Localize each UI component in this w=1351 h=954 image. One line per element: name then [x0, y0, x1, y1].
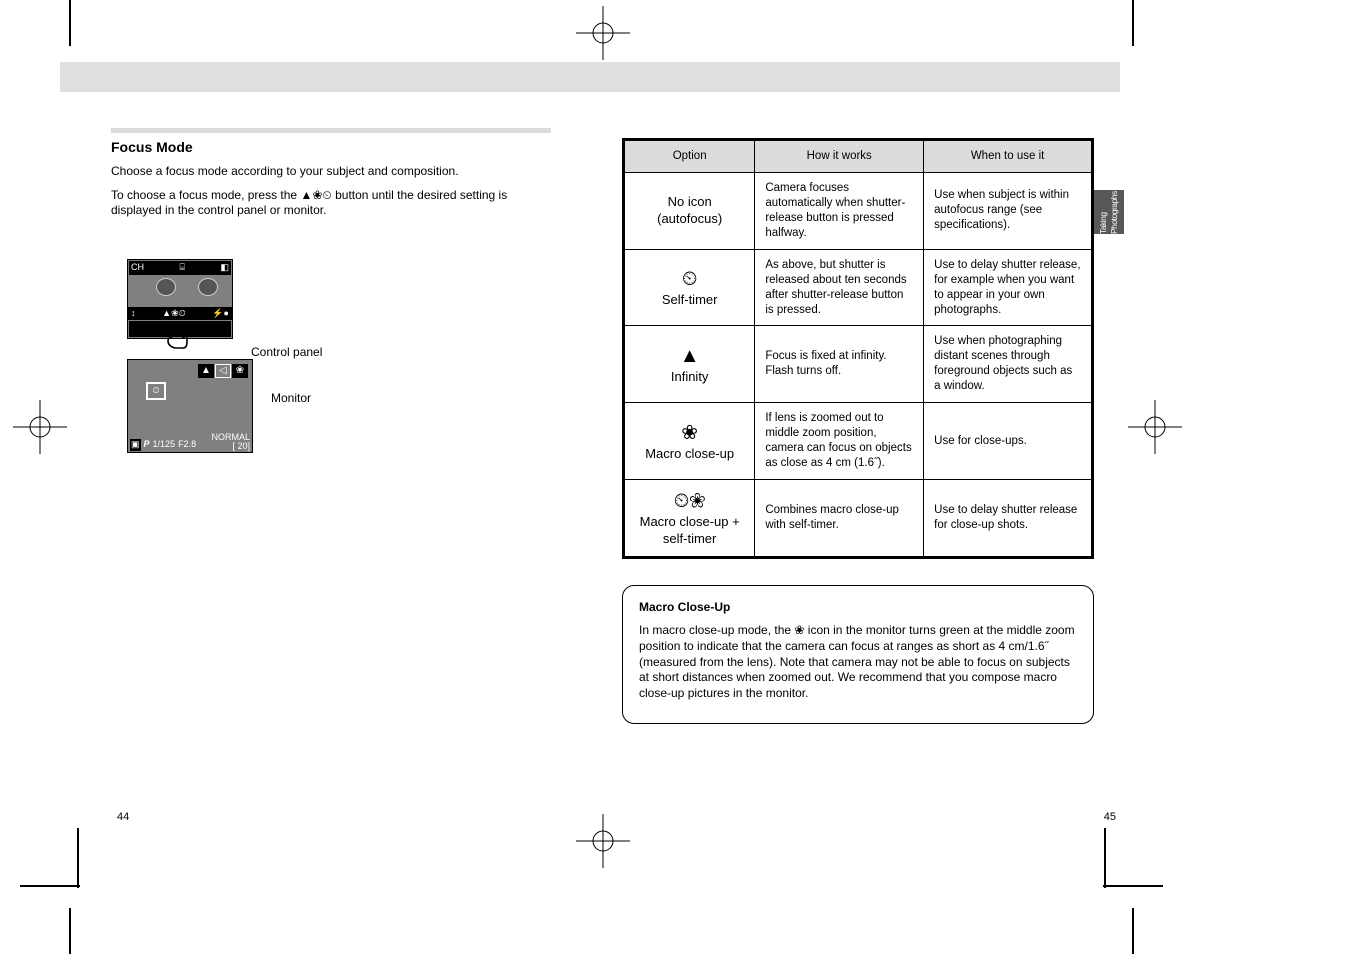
registration-mark-icon [576, 6, 630, 60]
table-header-how: How it works [755, 140, 924, 173]
registration-mark-icon [1128, 400, 1182, 454]
right-column: Option How it works When to use it No ic… [622, 138, 1094, 724]
press-hand-icon [164, 322, 194, 354]
cell-how: Focus is fixed at infinity. Flash turns … [755, 326, 924, 403]
control-panel-mid-row: ↕ ▲❀⏲ ⚡● [128, 307, 232, 320]
macro-note-box: Macro Close-Up In macro close-up mode, t… [622, 585, 1094, 725]
focus-mode-table: Option How it works When to use it No ic… [622, 138, 1094, 559]
cell-use: Use when photographing distant scenes th… [924, 326, 1093, 403]
focus-mode-icons: ▲❀⏲ [139, 308, 210, 320]
section-title: Focus Mode [111, 138, 561, 156]
note-title: Macro Close-Up [639, 600, 1077, 616]
cell-use: Use to delay shutter release for close-u… [924, 479, 1093, 557]
crop-mark [69, 908, 71, 954]
tile-infinity-icon: ▲ [198, 364, 214, 378]
title-underline [111, 128, 551, 133]
tile-arrow-icon: ◁ [215, 364, 231, 378]
aperture-priority-badge: ▣ [130, 439, 141, 451]
section-thumb-tab: Taking Photographs [1094, 190, 1124, 234]
dial-icon [198, 278, 218, 296]
monitor-bottom-row: ▣ P 1/125 F2.8 NORMAL [ 20] [130, 433, 250, 451]
cell-how: Combines macro close-up with self-timer. [755, 479, 924, 557]
control-panel-figure: CH ⌸ ◧ ↕ ▲❀⏲ ⚡● [127, 259, 233, 339]
af-area-icon: ◧ [220, 262, 229, 274]
monitor-caption: Monitor [271, 391, 311, 407]
option-autofocus: No icon (autofocus) [624, 172, 755, 249]
table-header-option: Option [624, 140, 755, 173]
crop-mark [1132, 908, 1134, 954]
table-header-use: When to use it [924, 140, 1093, 173]
ev-icon: ↕ [128, 308, 139, 320]
cell-how: If lens is zoomed out to middle zoom pos… [755, 403, 924, 480]
page-number-right: 45 [1104, 810, 1116, 824]
intro-paragraph: Choose a focus mode according to your su… [111, 164, 561, 180]
shutter-speed-label: 1/125 [153, 439, 176, 451]
cell-how: Camera focuses automatically when shutte… [755, 172, 924, 249]
timer-icon: ⏲ [682, 268, 698, 290]
monitor-tiles: ▲ ◁ ❀ [198, 364, 248, 378]
table-row: ⏲ Self-timer As above, but shutter is re… [624, 249, 1093, 326]
mode-button-glyphs-icon: ▲❀⏲ [300, 188, 331, 202]
page-number-left: 44 [117, 810, 129, 824]
cell-use: Use for close-ups. [924, 403, 1093, 480]
corner-mark [1103, 828, 1163, 888]
tile-macro-icon: ❀ [232, 364, 248, 378]
control-panel-caption: Control panel [251, 345, 341, 361]
flower-icon: ❀ [681, 422, 698, 444]
timer-flower-icon: ⏲❀ [674, 490, 706, 512]
section-thumb-label: Taking Photographs [1098, 190, 1120, 234]
dial-icon [156, 278, 176, 296]
table-row: ❀ Macro close-up If lens is zoomed out t… [624, 403, 1093, 480]
mountain-icon: ▲ [680, 345, 700, 367]
registration-mark-icon [13, 400, 67, 454]
cell-use: Use to delay shutter release, for exampl… [924, 249, 1093, 326]
option-infinity: ▲ Infinity [624, 326, 755, 403]
table-row: No icon (autofocus) Camera focuses autom… [624, 172, 1093, 249]
cell-how: As above, but shutter is released about … [755, 249, 924, 326]
aperture-label: F2.8 [178, 439, 196, 451]
crop-mark [1132, 0, 1134, 46]
chapter-header-bar [60, 62, 1120, 92]
option-macro-timer: ⏲❀ Macro close-up + self-timer [624, 479, 755, 557]
grid-icon: ⌸ [180, 262, 185, 274]
registration-mark-icon [576, 814, 630, 868]
left-column: Focus Mode Choose a focus mode according… [111, 138, 561, 359]
instruction-paragraph: To choose a focus mode, press the ▲❀⏲ bu… [111, 188, 561, 219]
table-row: ⏲❀ Macro close-up + self-timer Combines … [624, 479, 1093, 557]
crop-mark [69, 0, 71, 46]
option-macro: ❀ Macro close-up [624, 403, 755, 480]
flash-icon: ⚡● [209, 308, 232, 320]
cell-use: Use when subject is within autofocus ran… [924, 172, 1093, 249]
frames-remaining-label: [ 20] [211, 442, 250, 451]
monitor-figure: ▲ ◁ ❀ ⏲ ▣ P 1/125 F2.8 NORMAL [ 20] [127, 359, 253, 453]
table-row: ▲ Infinity Focus is fixed at infinity. F… [624, 326, 1093, 403]
continuous-icon: CH [131, 262, 144, 274]
corner-mark [20, 828, 80, 888]
note-body: In macro close-up mode, the ❀ icon in th… [639, 623, 1077, 701]
option-self-timer: ⏲ Self-timer [624, 249, 755, 326]
mode-p-label: P [144, 439, 150, 451]
control-panel-top-row: CH ⌸ ◧ [129, 261, 231, 275]
timer-badge-icon: ⏲ [146, 382, 166, 400]
